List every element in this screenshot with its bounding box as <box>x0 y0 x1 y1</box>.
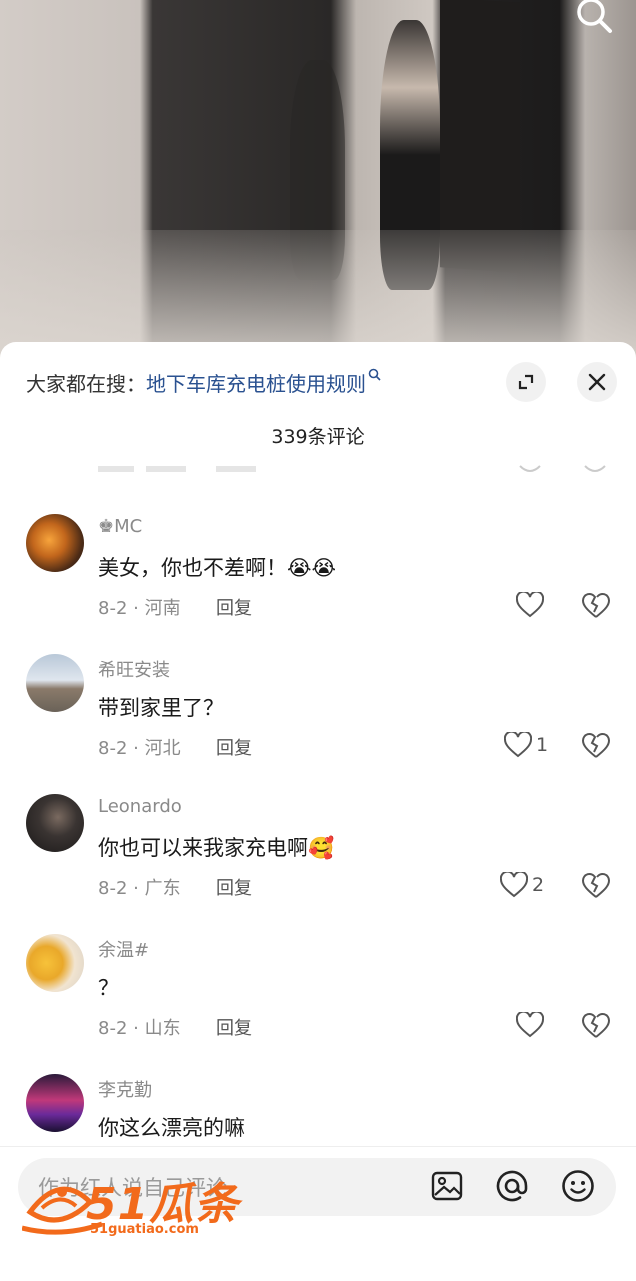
hot-search-prefix: 大家都在搜： <box>26 372 146 396</box>
comment-author[interactable]: ♚MC <box>98 516 142 537</box>
reply-button[interactable]: 回复 <box>216 734 252 760</box>
reply-button[interactable]: 回复 <box>216 594 252 620</box>
close-button[interactable] <box>577 362 617 402</box>
scrolled-comment-fragment <box>0 456 636 478</box>
comment-meta: 8-2 · 广东 <box>98 878 181 899</box>
emoji-icon[interactable] <box>560 1168 596 1204</box>
comment-emoji: 😭😭 <box>287 556 337 580</box>
comment-item[interactable]: Leonardo 你也可以来我家充电啊🥰 8-2 · 广东 回复 2 <box>0 794 636 934</box>
comment-text-body: 你这么漂亮的嘛 <box>98 1116 245 1140</box>
comment-author[interactable]: Leonardo <box>98 796 182 817</box>
avatar[interactable] <box>26 514 84 572</box>
like-button[interactable]: 1 <box>504 730 548 760</box>
comment-text-body: 美女，你也不差啊！ <box>98 556 287 580</box>
close-icon <box>588 373 606 391</box>
heart-icon <box>504 732 532 758</box>
like-count: 2 <box>532 874 545 896</box>
reply-button[interactable]: 回复 <box>216 1014 252 1040</box>
avatar[interactable] <box>26 654 84 712</box>
comment-item[interactable]: 余温# ？ 8-2 · 山东 回复 <box>0 934 636 1074</box>
broken-heart-icon[interactable] <box>582 870 610 900</box>
comment-text: 美女，你也不差啊！😭😭 <box>98 552 336 582</box>
watermark-url: 51guatiao.com <box>90 1222 199 1237</box>
avatar[interactable] <box>26 934 84 992</box>
comment-meta: 8-2 · 河南 <box>98 598 181 619</box>
comment-emoji: 🥰 <box>308 836 335 860</box>
comment-author[interactable]: 希旺安装 <box>98 656 170 682</box>
at-icon[interactable] <box>494 1168 530 1204</box>
comment-text: ？ <box>98 972 119 1002</box>
hot-search-keyword[interactable]: 地下车库充电桩使用规则 <box>146 372 366 396</box>
comment-author[interactable]: 李克勤 <box>98 1076 152 1102</box>
reply-button[interactable]: 回复 <box>216 874 252 900</box>
image-icon[interactable] <box>429 1168 465 1204</box>
hot-search[interactable]: 大家都在搜：地下车库充电桩使用规则 <box>26 368 381 397</box>
comment-item[interactable]: 希旺安装 带到家里了？ 8-2 · 河北 回复 1 <box>0 654 636 794</box>
expand-button[interactable] <box>506 362 546 402</box>
comment-text-body: ？ <box>98 976 119 1000</box>
comment-item[interactable]: ♚MC 美女，你也不差啊！😭😭 8-2 · 河南 回复 <box>0 514 636 654</box>
avatar[interactable] <box>26 1074 84 1132</box>
comment-count: 339条评论 <box>271 426 365 448</box>
comment-text: 你也可以来我家充电啊🥰 <box>98 832 334 862</box>
broken-heart-icon[interactable] <box>582 590 610 620</box>
comment-meta: 8-2 · 山东 <box>98 1018 181 1039</box>
like-button[interactable]: 2 <box>500 870 544 900</box>
comment-text: 你这么漂亮的嘛 <box>98 1112 245 1142</box>
broken-heart-icon[interactable] <box>582 730 610 760</box>
search-icon[interactable] <box>574 0 614 36</box>
expand-icon <box>518 374 534 390</box>
comment-text: 带到家里了？ <box>98 692 224 722</box>
hot-search-icon <box>368 368 381 381</box>
avatar[interactable] <box>26 794 84 852</box>
heart-icon <box>516 1012 544 1038</box>
comment-text-body: 你也可以来我家充电啊 <box>98 836 308 860</box>
like-button[interactable] <box>516 590 548 620</box>
video-floor <box>0 230 636 360</box>
broken-heart-icon[interactable] <box>582 1010 610 1040</box>
video-player[interactable] <box>0 0 636 360</box>
comment-author[interactable]: 余温# <box>98 936 149 962</box>
comment-item[interactable]: 李克勤 你这么漂亮的嘛 <box>0 1074 636 1146</box>
heart-icon <box>516 592 544 618</box>
comment-text-body: 带到家里了？ <box>98 696 224 720</box>
like-count: 1 <box>536 734 549 756</box>
heart-icon <box>500 872 528 898</box>
like-button[interactable] <box>516 1010 548 1040</box>
comment-meta: 8-2 · 河北 <box>98 738 181 759</box>
